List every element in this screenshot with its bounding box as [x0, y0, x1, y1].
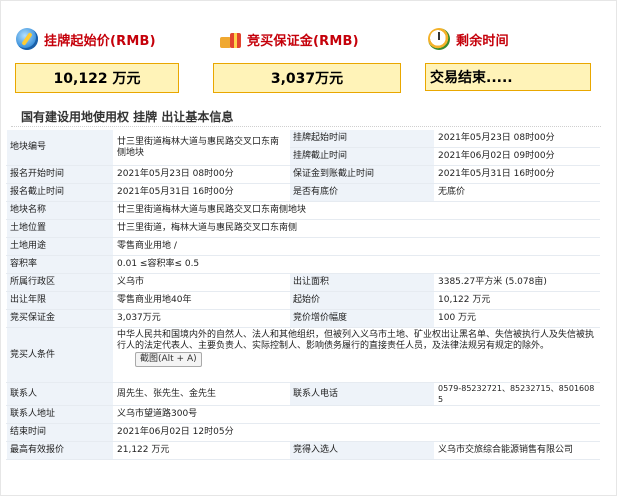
remaining-value: 交易结束.....: [425, 63, 591, 91]
value-cell: 义乌市交旅综合能源销售有限公司: [434, 441, 600, 460]
remaining-header: 剩余时间: [428, 27, 509, 51]
table-row: 报名截止时间 2021年05月31日 16时00分 是否有底价 无底价: [6, 183, 600, 202]
label-cell: 联系人电话: [289, 382, 435, 406]
section-title: 国有建设用地使用权 挂牌 出让基本信息: [21, 110, 234, 124]
summary-values: 10,122 万元 3,037万元 交易结束.....: [1, 63, 617, 93]
money-icon: [16, 28, 38, 50]
value-cell: 2021年06月02日 09时00分: [434, 147, 600, 166]
screenshot-tooltip: 截图(Alt + A): [135, 352, 202, 367]
value-cell: 义乌市: [113, 273, 290, 292]
value-cell: 2021年05月23日 08时00分: [113, 165, 290, 184]
table-row: 土地用途 零售商业用地 /: [6, 237, 600, 256]
label-cell: 结束时间: [6, 423, 114, 442]
value-cell: 21,122 万元: [113, 441, 290, 460]
value-cell: 义乌市望道路300号: [113, 405, 600, 424]
value-cell: 零售商业用地40年: [113, 291, 290, 310]
table-row: 出让年限 零售商业用地40年 起始价 10,122 万元: [6, 291, 600, 310]
summary-headers: 挂牌起始价(RMB) 竞买保证金(RMB) 剩余时间: [1, 27, 617, 51]
value-cell: 0579-85232721、85232715、85016085: [434, 382, 600, 406]
gift-icon: [219, 28, 241, 50]
table-row: 最高有效报价 21,122 万元 竞得入选人 义乌市交旅综合能源销售有限公司: [6, 441, 600, 460]
value-cell: 廿三里街道梅林大道与惠民路交叉口东南侧地块: [113, 201, 600, 220]
label-cell: 竞价增价幅度: [289, 309, 435, 328]
label-cell: 出让面积: [289, 273, 435, 292]
deposit-value: 3,037万元: [213, 63, 401, 93]
empty-cell: [289, 423, 600, 442]
info-table: 地块编号 廿三里街道梅林大道与惠民路交叉口东南侧地块 挂牌起始时间 2021年0…: [6, 129, 600, 460]
table-row: 地块编号 廿三里街道梅林大道与惠民路交叉口东南侧地块 挂牌起始时间 2021年0…: [6, 129, 600, 166]
table-row: 联系人 周先生、张先生、金先生 联系人电话 0579-85232721、8523…: [6, 382, 600, 406]
value-cell: 2021年05月31日 16时00分: [434, 165, 600, 184]
value-cell: 0.01 ≤容积率≤ 0.5: [113, 255, 600, 274]
label-cell: 联系人地址: [6, 405, 114, 424]
label-cell: 所属行政区: [6, 273, 114, 292]
clock-icon: [428, 28, 450, 50]
value-cell: 2021年05月31日 16时00分: [113, 183, 290, 202]
value-cell: 周先生、张先生、金先生: [113, 382, 290, 406]
table-row: 报名开始时间 2021年05月23日 08时00分 保证金到账截止时间 2021…: [6, 165, 600, 184]
label-cell: 地块名称: [6, 201, 114, 220]
value-cell: 10,122 万元: [434, 291, 600, 310]
label-cell: 起始价: [289, 291, 435, 310]
label-cell: 出让年限: [6, 291, 114, 310]
table-row: 所属行政区 义乌市 出让面积 3385.27平方米 (5.078亩): [6, 273, 600, 292]
value-cell: 廿三里街道，梅林大道与惠民路交叉口东南侧: [113, 219, 600, 238]
value-cell: 100 万元: [434, 309, 600, 328]
deposit-header: 竞买保证金(RMB): [219, 27, 359, 51]
table-row: 竞买人条件 中华人民共和国境内外的自然人、法人和其他组织，但被列入义乌市土地、矿…: [6, 327, 600, 383]
value-cell: 3385.27平方米 (5.078亩): [434, 273, 600, 292]
label-cell: 最高有效报价: [6, 441, 114, 460]
start-price-value: 10,122 万元: [15, 63, 179, 93]
label-cell: 挂牌截止时间: [289, 147, 435, 166]
table-row: 土地位置 廿三里街道，梅林大道与惠民路交叉口东南侧: [6, 219, 600, 238]
label-cell: 挂牌起始时间: [289, 129, 435, 148]
label-cell: 竞买人条件: [6, 327, 114, 383]
label-cell: 土地用途: [6, 237, 114, 256]
section-divider: [11, 126, 601, 127]
deposit-label: 竞买保证金(RMB): [247, 33, 359, 49]
label-cell: 联系人: [6, 382, 114, 406]
label-cell: 报名开始时间: [6, 165, 114, 184]
value-cell: 2021年06月02日 12时05分: [113, 423, 290, 442]
label-cell: 竞得入选人: [289, 441, 435, 460]
value-cell: 无底价: [434, 183, 600, 202]
value-cell: 3,037万元: [113, 309, 290, 328]
start-price-header: 挂牌起始价(RMB): [16, 27, 156, 51]
label-cell: 土地位置: [6, 219, 114, 238]
label-cell: 报名截止时间: [6, 183, 114, 202]
label-cell: 是否有底价: [289, 183, 435, 202]
label-cell: 竞买保证金: [6, 309, 114, 328]
table-row: 结束时间 2021年06月02日 12时05分: [6, 423, 600, 442]
value-cell: 2021年05月23日 08时00分: [434, 129, 600, 148]
label-cell: 地块编号: [6, 129, 114, 166]
table-row: 容积率 0.01 ≤容积率≤ 0.5: [6, 255, 600, 274]
table-row: 地块名称 廿三里街道梅林大道与惠民路交叉口东南侧地块: [6, 201, 600, 220]
label-cell: 保证金到账截止时间: [289, 165, 435, 184]
bidder-conditions-text: 中华人民共和国境内外的自然人、法人和其他组织，但被列入义乌市土地、矿业权出让黑名…: [117, 330, 595, 351]
table-row: 竞买保证金 3,037万元 竞价增价幅度 100 万元: [6, 309, 600, 328]
label-cell: 容积率: [6, 255, 114, 274]
value-cell: 零售商业用地 /: [113, 237, 600, 256]
auction-page: 挂牌起始价(RMB) 竞买保证金(RMB) 剩余时间 10,122 万元 3,0…: [0, 0, 617, 496]
start-price-label: 挂牌起始价(RMB): [44, 33, 156, 49]
value-cell: 廿三里街道梅林大道与惠民路交叉口东南侧地块: [113, 129, 290, 166]
remaining-label: 剩余时间: [456, 33, 509, 49]
bidder-conditions-cell: 中华人民共和国境内外的自然人、法人和其他组织，但被列入义乌市土地、矿业权出让黑名…: [113, 327, 600, 383]
table-row: 联系人地址 义乌市望道路300号: [6, 405, 600, 424]
